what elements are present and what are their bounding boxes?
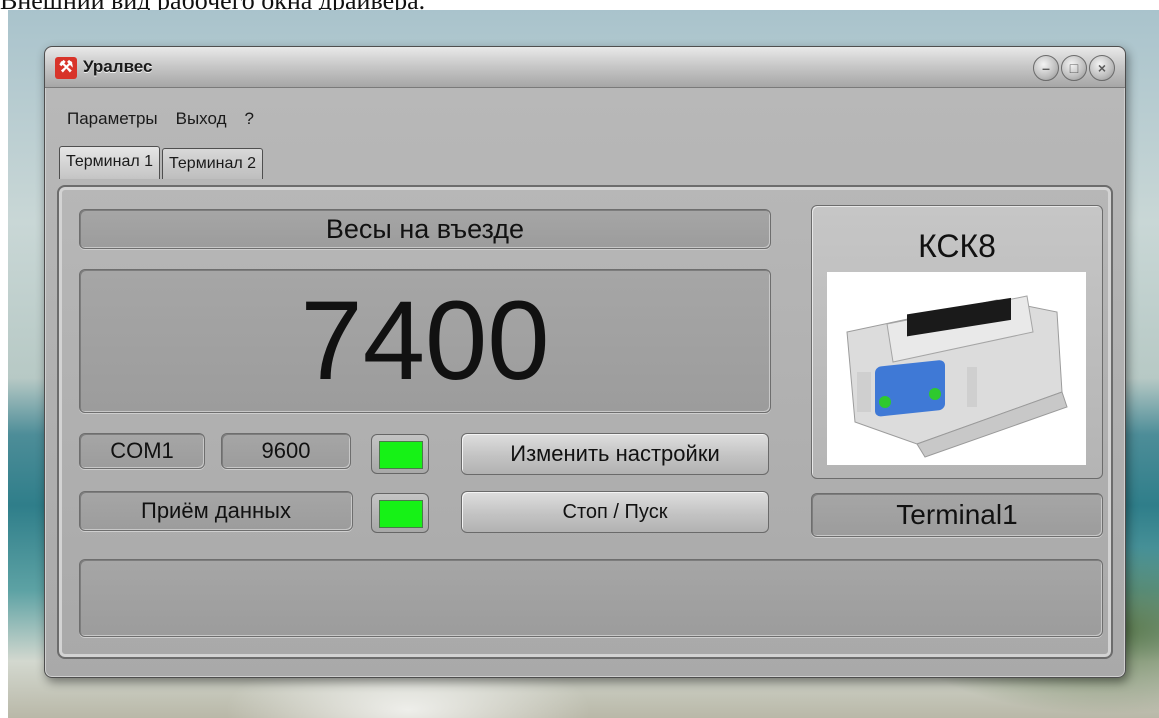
menu-item-help[interactable]: ? <box>245 109 254 133</box>
device-model-label: КСК8 <box>918 228 996 264</box>
connection-led <box>379 441 423 469</box>
app-window: ⚒ Уралвес – □ × Параметры Выход ? Термин… <box>44 46 1126 678</box>
stop-start-button[interactable]: Стоп / Пуск <box>461 491 769 533</box>
title-bar[interactable]: ⚒ Уралвес – □ × <box>45 47 1125 88</box>
data-receive-led <box>379 500 423 528</box>
weighing-terminal-image <box>827 272 1086 465</box>
tab-terminal-1[interactable]: Терминал 1 <box>59 146 161 179</box>
baud-rate-field: 9600 <box>221 433 351 469</box>
maximize-icon[interactable]: □ <box>1061 55 1087 81</box>
minimize-icon[interactable]: – <box>1033 55 1059 81</box>
weight-display: 7400 <box>79 269 771 413</box>
hammer-tools-icon: ⚒ <box>55 57 77 79</box>
data-receive-indicator <box>371 493 429 533</box>
close-icon[interactable]: × <box>1089 55 1115 81</box>
terminal-tabs: Терминал 1 Терминал 2 <box>59 145 264 179</box>
menu-bar: Параметры Выход ? <box>67 109 254 133</box>
data-receive-label: Приём данных <box>79 491 353 531</box>
window-title: Уралвес <box>83 57 153 76</box>
message-area <box>79 559 1103 637</box>
menu-item-parameters[interactable]: Параметры <box>67 109 158 133</box>
tab-terminal-2[interactable]: Терминал 2 <box>162 148 264 179</box>
terminal-name-label: Terminal1 <box>811 493 1103 537</box>
menu-item-exit[interactable]: Выход <box>176 109 227 133</box>
terminal-panel: Весы на въезде 7400 COM1 9600 Изменить н… <box>57 185 1113 659</box>
connection-status-indicator <box>371 434 429 474</box>
com-port-field: COM1 <box>79 433 205 469</box>
change-settings-button[interactable]: Изменить настройки <box>461 433 769 475</box>
scale-name-label: Весы на въезде <box>79 209 771 249</box>
device-card: КСК8 <box>811 205 1103 479</box>
